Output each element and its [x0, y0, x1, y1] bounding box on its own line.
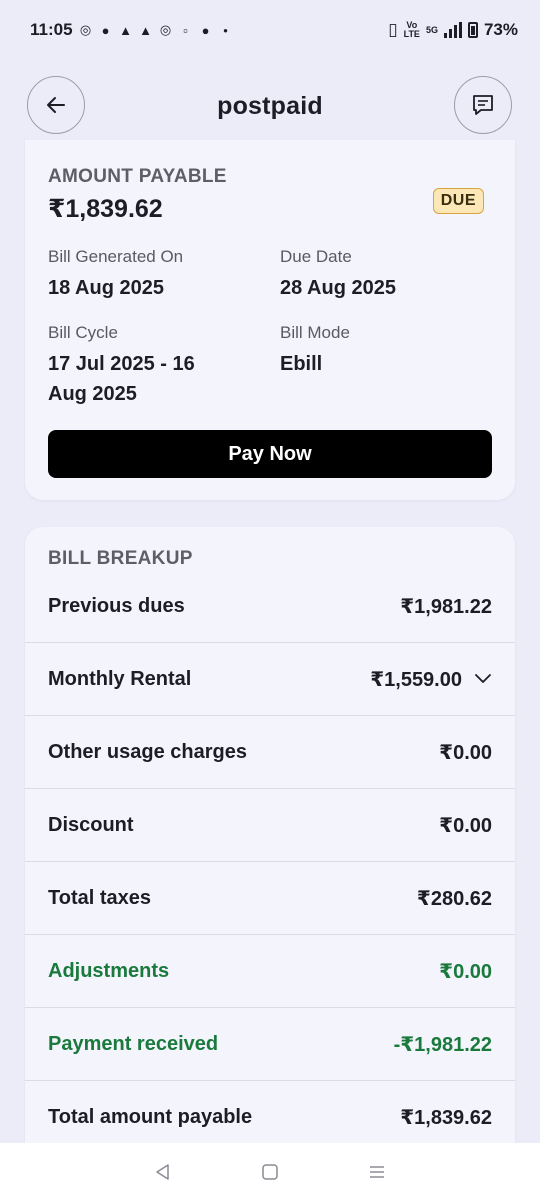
breakup-row-previous-dues: Previous dues ₹1,981.22 [25, 570, 515, 643]
bill-cycle-label: Bill Cycle [48, 323, 118, 342]
battery-icon [467, 22, 478, 38]
breakup-row-total-taxes: Total taxes ₹280.62 [25, 862, 515, 935]
row-value: -₹1,981.22 [393, 1033, 492, 1056]
row-value: ₹0.00 [439, 814, 492, 837]
bill-generated-value: 18 Aug 2025 [48, 277, 164, 299]
pay-now-button[interactable]: Pay Now [48, 430, 492, 478]
status-right: ▯ Vo LTE 5G 73% [388, 20, 518, 40]
amount-payable-value: ₹1,839.62 [48, 195, 163, 223]
triangle-back-icon [156, 1163, 170, 1180]
nav-home-button[interactable] [260, 1162, 280, 1182]
bill-cycle-line1: 17 Jul 2025 - 16 [48, 353, 195, 375]
status-time: 11:05 [30, 20, 73, 39]
battery-percent: 73% [483, 20, 518, 39]
bill-mode-label: Bill Mode [280, 323, 350, 342]
volte-icon: Vo LTE [403, 20, 420, 39]
row-label: Total taxes [48, 886, 151, 909]
status-bar: 11:05 ◎ ● ▲ ▲ ◎ ▫ ● • ▯ Vo LTE 5G 73% [0, 0, 540, 60]
bill-mode-value: Ebill [280, 353, 323, 375]
arrow-left-icon [47, 97, 65, 113]
system-nav-bar [0, 1143, 540, 1200]
bank-icon: ▲ [139, 22, 152, 38]
bill-generated-label: Bill Generated On [48, 247, 184, 266]
bill-breakup-card: BILL BREAKUP Previous dues ₹1,981.22 Mon… [25, 527, 515, 1167]
breakup-row-monthly-rental[interactable]: Monthly Rental ₹1,559.00 [25, 643, 515, 716]
status-badge: DUE [432, 188, 484, 214]
whatsapp-icon: ◎ [79, 22, 92, 37]
phone-icon: ● [201, 22, 210, 38]
bill-cycle-value: 17 Jul 2025 - 16 Aug 2025 [48, 349, 195, 409]
row-label: Payment received [48, 1032, 219, 1055]
row-value: ₹0.00 [439, 741, 492, 764]
row-value-wrap: ₹1,559.00 [370, 667, 492, 692]
row-label: Monthly Rental [48, 667, 192, 690]
row-value: ₹1,981.22 [400, 595, 492, 618]
row-label: Adjustments [48, 959, 170, 982]
chat-bubble-icon [473, 95, 493, 115]
bill-breakup-title: BILL BREAKUP [48, 548, 193, 569]
more-notifications-icon: • [223, 22, 228, 38]
breakup-row-adjustments: Adjustments ₹0.00 [25, 935, 515, 1008]
row-label: Discount [48, 813, 134, 836]
nav-back-button[interactable] [153, 1162, 173, 1182]
breakup-row-other-usage: Other usage charges ₹0.00 [25, 716, 515, 789]
page-title: postpaid [217, 91, 323, 120]
menu-lines-icon [369, 1165, 384, 1178]
square-home-icon [262, 1163, 278, 1180]
bank-icon: ▲ [119, 22, 132, 38]
row-value: ₹1,839.62 [400, 1107, 492, 1129]
breakup-row-payment-received: Payment received -₹1,981.22 [25, 1008, 515, 1081]
vibrate-icon: ▯ [388, 20, 398, 39]
chevron-down-icon[interactable] [474, 673, 492, 685]
row-value: ₹280.62 [416, 887, 492, 910]
back-button[interactable] [27, 76, 85, 134]
message-icon: ● [101, 22, 110, 38]
due-date-value: 28 Aug 2025 [280, 277, 396, 299]
breakup-row-discount: Discount ₹0.00 [25, 789, 515, 862]
network-type: 5G [425, 24, 438, 35]
row-label: Total amount payable [48, 1106, 253, 1128]
bill-cycle-line2: Aug 2025 [48, 383, 137, 405]
row-label: Other usage charges [48, 740, 247, 763]
status-left: 11:05 ◎ ● ▲ ▲ ◎ ▫ ● • [30, 20, 233, 40]
chat-button[interactable] [454, 76, 512, 134]
whatsapp-icon: ◎ [159, 22, 172, 37]
bill-summary-card: AMOUNT PAYABLE ₹1,839.62 DUE Bill Genera… [25, 140, 515, 500]
row-value: ₹0.00 [439, 960, 492, 983]
row-value: ₹1,559.00 [370, 668, 462, 691]
app-icon: ▫ [183, 22, 188, 38]
due-date-label: Due Date [280, 247, 352, 266]
nav-recents-button[interactable] [367, 1162, 387, 1182]
row-label: Previous dues [48, 594, 185, 617]
signal-icon [443, 22, 462, 38]
amount-payable-label: AMOUNT PAYABLE [48, 166, 227, 187]
header: postpaid [0, 76, 540, 136]
